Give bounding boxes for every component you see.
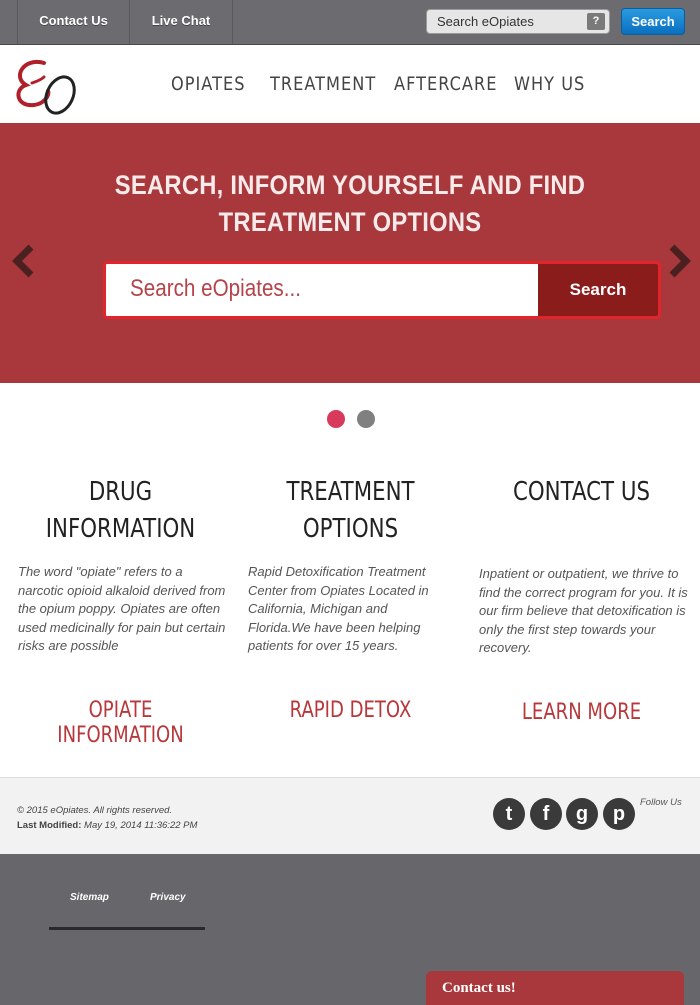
column-text: Rapid Detoxification Treatment Center fr…: [248, 564, 429, 653]
facebook-icon[interactable]: f: [530, 798, 562, 830]
help-icon[interactable]: ?: [587, 13, 605, 30]
nav-why-us[interactable]: WHY US: [514, 73, 585, 95]
tumblr-icon[interactable]: t: [493, 798, 525, 830]
eopiates-logo[interactable]: [14, 55, 80, 117]
column-text: The word "opiate" refers to a narcotic o…: [18, 564, 226, 653]
sitemap-link[interactable]: Sitemap: [70, 892, 109, 903]
divider: [49, 927, 205, 930]
chevron-left-icon[interactable]: [9, 241, 37, 281]
column-title-line2: OPTIONS: [302, 514, 399, 544]
footer: © 2015 eOpiates. All rights reserved. La…: [0, 777, 700, 854]
last-modified-label: Last Modified:: [17, 820, 82, 831]
contact-us-column: CONTACT US Inpatient or outpatient, we t…: [474, 474, 689, 725]
main-nav: OPIATES TREATMENT AFTERCARE WHY US: [0, 45, 700, 123]
top-search-placeholder: Search eOpiates: [437, 14, 534, 29]
column-text: Inpatient or outpatient, we thrive to fi…: [479, 566, 688, 655]
pinterest-icon[interactable]: p: [603, 798, 635, 830]
hero-banner: SEARCH, INFORM YOURSELF AND FIND TREATME…: [0, 123, 700, 383]
rapid-detox-link[interactable]: RAPID DETOX: [262, 698, 438, 723]
top-search-input[interactable]: Search eOpiates ?: [426, 9, 610, 34]
carousel-dot-1[interactable]: [327, 410, 345, 428]
chevron-right-icon[interactable]: [666, 241, 694, 281]
hero-title-line1: SEARCH, INFORM YOURSELF AND FIND: [114, 170, 586, 200]
column-title-line1: TREATMENT: [286, 477, 415, 507]
learn-more-link[interactable]: LEARN MORE: [493, 700, 669, 725]
hero-search-placeholder: Search eOpiates...: [130, 275, 301, 302]
nav-treatment[interactable]: TREATMENT: [270, 73, 376, 95]
nav-aftercare[interactable]: AFTERCARE: [394, 73, 497, 95]
top-bar: Contact Us Live Chat Search eOpiates ? S…: [0, 0, 700, 45]
carousel-dot-2[interactable]: [357, 410, 375, 428]
column-title-line1: DRUG: [88, 477, 153, 507]
column-title: DRUG INFORMATION: [32, 474, 208, 548]
copyright-text: © 2015 eOpiates. All rights reserved.: [17, 805, 173, 816]
hero-title-line2: TREATMENT OPTIONS: [218, 207, 482, 237]
contact-us-link[interactable]: Contact Us: [17, 0, 130, 44]
google-plus-icon[interactable]: g: [566, 798, 598, 830]
last-modified-value: May 19, 2014 11:36:22 PM: [84, 820, 198, 831]
hero-search-input[interactable]: Search eOpiates... Search: [103, 261, 661, 319]
top-search-button[interactable]: Search: [621, 8, 685, 35]
drug-information-column: DRUG INFORMATION The word "opiate" refer…: [13, 474, 228, 748]
nav-opiates[interactable]: OPIATES: [171, 73, 245, 95]
follow-us-label: Follow Us: [640, 797, 682, 808]
contact-us-chat-tab[interactable]: Contact us!: [426, 971, 684, 1005]
column-title: TREATMENT OPTIONS: [262, 474, 438, 548]
treatment-options-column: TREATMENT OPTIONS Rapid Detoxification T…: [243, 474, 458, 723]
privacy-link[interactable]: Privacy: [150, 892, 186, 903]
column-title-line1: CONTACT US: [512, 477, 651, 507]
hero-search-button[interactable]: Search: [538, 264, 658, 316]
opiate-information-link[interactable]: OPIATE INFORMATION: [32, 698, 208, 748]
last-modified: Last Modified: May 19, 2014 11:36:22 PM: [17, 820, 197, 831]
live-chat-link[interactable]: Live Chat: [130, 0, 233, 44]
column-title: CONTACT US: [493, 474, 669, 511]
hero-title: SEARCH, INFORM YOURSELF AND FIND TREATME…: [42, 167, 658, 241]
column-title-line2: INFORMATION: [45, 514, 196, 544]
